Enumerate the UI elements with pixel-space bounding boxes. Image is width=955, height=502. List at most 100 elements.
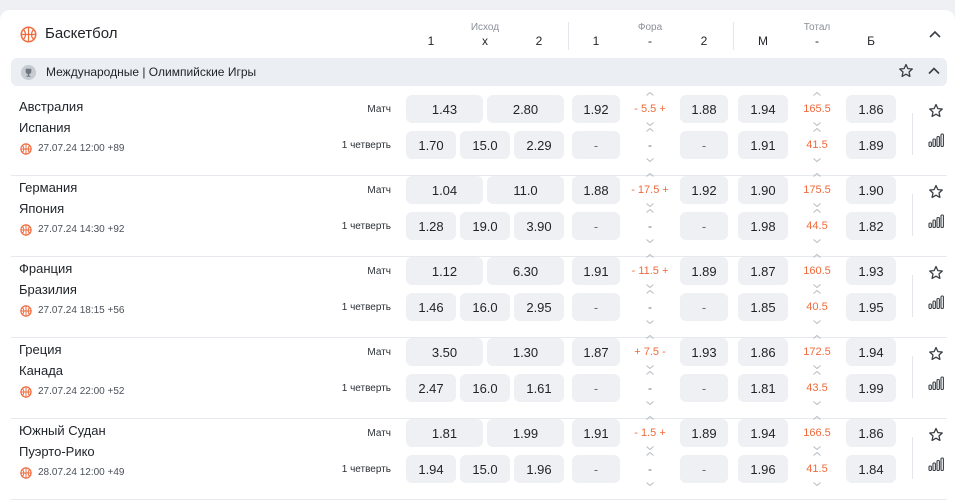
team-home-name[interactable]: Австралия bbox=[19, 99, 83, 114]
total-line[interactable]: 44.5 bbox=[793, 209, 841, 243]
chevron-up-icon[interactable] bbox=[813, 92, 821, 96]
statistics-icon[interactable] bbox=[928, 214, 944, 229]
odd-handicap-2[interactable]: 1.92 bbox=[680, 176, 728, 204]
odd-total-under[interactable]: 1.86 bbox=[738, 338, 788, 366]
odd-total-under[interactable]: 1.96 bbox=[738, 455, 788, 483]
chevron-down-icon[interactable] bbox=[813, 203, 821, 207]
chevron-up-icon[interactable] bbox=[813, 452, 821, 456]
chevron-down-icon[interactable] bbox=[646, 284, 654, 288]
favorite-star-icon[interactable] bbox=[928, 265, 944, 281]
chevron-up-icon[interactable] bbox=[926, 63, 942, 79]
odd-handicap-1[interactable]: 1.88 bbox=[572, 176, 620, 204]
total-line[interactable]: 175.5 bbox=[793, 173, 841, 207]
odd-w2[interactable]: 2.29 bbox=[514, 131, 564, 159]
chevron-up-icon[interactable] bbox=[646, 335, 654, 339]
handicap-line[interactable]: + 7.5 - bbox=[626, 335, 674, 369]
chevron-up-icon[interactable] bbox=[646, 209, 654, 213]
odd-handicap-1[interactable]: 1.91 bbox=[572, 257, 620, 285]
total-line[interactable]: 41.5 bbox=[793, 452, 841, 486]
favorite-star-icon[interactable] bbox=[898, 63, 914, 79]
handicap-line[interactable]: - 1.5 + bbox=[626, 416, 674, 450]
odd-w1[interactable]: 1.70 bbox=[406, 131, 456, 159]
total-line[interactable]: 160.5 bbox=[793, 254, 841, 288]
statistics-icon[interactable] bbox=[928, 376, 944, 391]
chevron-up-icon[interactable] bbox=[646, 371, 654, 375]
odd-w2[interactable]: 2.95 bbox=[514, 293, 564, 321]
team-home-name[interactable]: Франция bbox=[19, 261, 72, 276]
odd-w1[interactable]: 1.28 bbox=[406, 212, 456, 240]
odd-total-under[interactable]: 1.94 bbox=[738, 419, 788, 447]
handicap-line[interactable]: - bbox=[626, 371, 674, 405]
chevron-up-icon[interactable] bbox=[813, 335, 821, 339]
chevron-up-icon[interactable] bbox=[813, 416, 821, 420]
chevron-down-icon[interactable] bbox=[646, 320, 654, 324]
odd-total-under[interactable]: 1.87 bbox=[738, 257, 788, 285]
chevron-down-icon[interactable] bbox=[813, 401, 821, 405]
handicap-line[interactable]: - bbox=[626, 128, 674, 162]
chevron-up-icon[interactable] bbox=[813, 254, 821, 258]
odd-w2[interactable]: 1.30 bbox=[487, 338, 564, 366]
chevron-down-icon[interactable] bbox=[646, 158, 654, 162]
chevron-down-icon[interactable] bbox=[813, 239, 821, 243]
odd-w2[interactable]: 1.96 bbox=[514, 455, 564, 483]
odd-w1[interactable]: 3.50 bbox=[406, 338, 483, 366]
chevron-up-icon[interactable] bbox=[813, 173, 821, 177]
odd-total-over[interactable]: 1.89 bbox=[846, 131, 896, 159]
statistics-icon[interactable] bbox=[928, 295, 944, 310]
chevron-up-icon[interactable] bbox=[646, 290, 654, 294]
odd-total-over[interactable]: 1.90 bbox=[846, 176, 896, 204]
favorite-star-icon[interactable] bbox=[928, 346, 944, 362]
team-away-name[interactable]: Испания bbox=[19, 120, 71, 135]
odd-total-under[interactable]: 1.91 bbox=[738, 131, 788, 159]
odd-draw[interactable]: 16.0 bbox=[460, 374, 510, 402]
odd-w1[interactable]: 2.47 bbox=[406, 374, 456, 402]
odd-w2[interactable]: 2.80 bbox=[487, 95, 564, 123]
chevron-down-icon[interactable] bbox=[813, 446, 821, 450]
team-away-name[interactable]: Канада bbox=[19, 363, 63, 378]
statistics-icon[interactable] bbox=[928, 457, 944, 472]
chevron-down-icon[interactable] bbox=[813, 320, 821, 324]
odd-w1[interactable]: 1.81 bbox=[406, 419, 483, 447]
league-header[interactable]: Международные | Олимпийские Игры bbox=[11, 58, 947, 86]
chevron-down-icon[interactable] bbox=[813, 365, 821, 369]
total-line[interactable]: 172.5 bbox=[793, 335, 841, 369]
odd-draw[interactable]: 15.0 bbox=[460, 455, 510, 483]
team-home-name[interactable]: Греция bbox=[19, 342, 62, 357]
odd-total-over[interactable]: 1.82 bbox=[846, 212, 896, 240]
favorite-star-icon[interactable] bbox=[928, 427, 944, 443]
odd-w2[interactable]: 1.61 bbox=[514, 374, 564, 402]
odd-w2[interactable]: 3.90 bbox=[514, 212, 564, 240]
chevron-down-icon[interactable] bbox=[646, 122, 654, 126]
odd-total-under[interactable]: 1.81 bbox=[738, 374, 788, 402]
odd-total-under[interactable]: 1.90 bbox=[738, 176, 788, 204]
chevron-down-icon[interactable] bbox=[813, 158, 821, 162]
odd-total-under[interactable]: 1.94 bbox=[738, 95, 788, 123]
odd-total-over[interactable]: 1.99 bbox=[846, 374, 896, 402]
odd-total-under[interactable]: 1.98 bbox=[738, 212, 788, 240]
odd-draw[interactable]: 16.0 bbox=[460, 293, 510, 321]
total-line[interactable]: 40.5 bbox=[793, 290, 841, 324]
team-away-name[interactable]: Бразилия bbox=[19, 282, 77, 297]
chevron-up-icon[interactable] bbox=[646, 92, 654, 96]
team-away-name[interactable]: Пуэрто-Рико bbox=[19, 444, 95, 459]
odd-w1[interactable]: 1.94 bbox=[406, 455, 456, 483]
statistics-icon[interactable] bbox=[928, 133, 944, 148]
handicap-line[interactable]: - 5.5 + bbox=[626, 92, 674, 126]
odd-total-over[interactable]: 1.84 bbox=[846, 455, 896, 483]
odd-w1[interactable]: 1.43 bbox=[406, 95, 483, 123]
odd-handicap-1[interactable]: 1.91 bbox=[572, 419, 620, 447]
chevron-down-icon[interactable] bbox=[646, 401, 654, 405]
chevron-down-icon[interactable] bbox=[813, 284, 821, 288]
odd-w2[interactable]: 11.0 bbox=[487, 176, 564, 204]
odd-handicap-2[interactable]: 1.88 bbox=[680, 95, 728, 123]
chevron-up-icon[interactable] bbox=[813, 128, 821, 132]
odd-handicap-2[interactable]: 1.89 bbox=[680, 419, 728, 447]
handicap-line[interactable]: - 11.5 + bbox=[626, 254, 674, 288]
chevron-down-icon[interactable] bbox=[813, 122, 821, 126]
chevron-up-icon[interactable] bbox=[813, 209, 821, 213]
total-line[interactable]: 43.5 bbox=[793, 371, 841, 405]
odd-w2[interactable]: 6.30 bbox=[487, 257, 564, 285]
odd-total-over[interactable]: 1.86 bbox=[846, 95, 896, 123]
chevron-down-icon[interactable] bbox=[813, 482, 821, 486]
team-home-name[interactable]: Южный Судан bbox=[19, 423, 106, 438]
